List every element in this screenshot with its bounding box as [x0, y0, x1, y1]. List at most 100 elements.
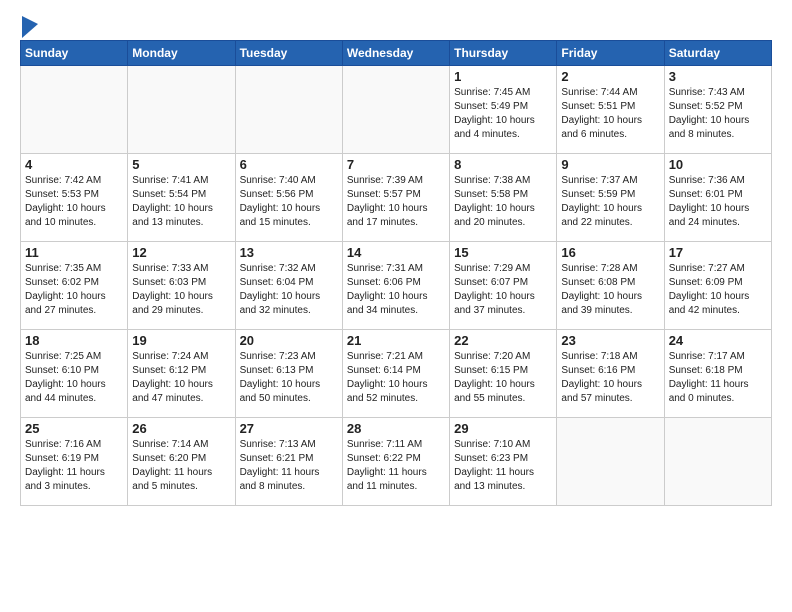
logo	[20, 16, 40, 34]
calendar-cell: 21 Sunrise: 7:21 AM Sunset: 6:14 PM Dayli…	[342, 330, 449, 418]
weekday-header-thursday: Thursday	[450, 41, 557, 66]
day-number: 13	[240, 245, 338, 260]
day-number: 29	[454, 421, 552, 436]
cell-info: Sunrise: 7:33 AM Sunset: 6:03 PM Dayligh…	[132, 262, 230, 318]
weekday-header-monday: Monday	[128, 41, 235, 66]
calendar-cell	[342, 66, 449, 154]
cell-info: Sunrise: 7:45 AM Sunset: 5:49 PM Dayligh…	[454, 86, 552, 142]
cell-info: Sunrise: 7:14 AM Sunset: 6:20 PM Dayligh…	[132, 438, 230, 494]
calendar-cell: 12 Sunrise: 7:33 AM Sunset: 6:03 PM Dayli…	[128, 242, 235, 330]
calendar-cell: 20 Sunrise: 7:23 AM Sunset: 6:13 PM Dayli…	[235, 330, 342, 418]
cell-info: Sunrise: 7:37 AM Sunset: 5:59 PM Dayligh…	[561, 174, 659, 230]
weekday-header-tuesday: Tuesday	[235, 41, 342, 66]
calendar-cell: 6 Sunrise: 7:40 AM Sunset: 5:56 PM Daylig…	[235, 154, 342, 242]
weekday-header-wednesday: Wednesday	[342, 41, 449, 66]
day-number: 2	[561, 69, 659, 84]
weekday-header-sunday: Sunday	[21, 41, 128, 66]
calendar-cell: 29 Sunrise: 7:10 AM Sunset: 6:23 PM Dayli…	[450, 418, 557, 506]
day-number: 11	[25, 245, 123, 260]
calendar-cell: 1 Sunrise: 7:45 AM Sunset: 5:49 PM Daylig…	[450, 66, 557, 154]
day-number: 18	[25, 333, 123, 348]
calendar-cell: 28 Sunrise: 7:11 AM Sunset: 6:22 PM Dayli…	[342, 418, 449, 506]
cell-info: Sunrise: 7:29 AM Sunset: 6:07 PM Dayligh…	[454, 262, 552, 318]
calendar-cell	[21, 66, 128, 154]
calendar-cell: 24 Sunrise: 7:17 AM Sunset: 6:18 PM Dayli…	[664, 330, 771, 418]
day-number: 6	[240, 157, 338, 172]
weekday-header-saturday: Saturday	[664, 41, 771, 66]
cell-info: Sunrise: 7:42 AM Sunset: 5:53 PM Dayligh…	[25, 174, 123, 230]
cell-info: Sunrise: 7:17 AM Sunset: 6:18 PM Dayligh…	[669, 350, 767, 406]
day-number: 4	[25, 157, 123, 172]
cell-info: Sunrise: 7:31 AM Sunset: 6:06 PM Dayligh…	[347, 262, 445, 318]
cell-info: Sunrise: 7:10 AM Sunset: 6:23 PM Dayligh…	[454, 438, 552, 494]
cell-info: Sunrise: 7:38 AM Sunset: 5:58 PM Dayligh…	[454, 174, 552, 230]
day-number: 14	[347, 245, 445, 260]
calendar-cell: 13 Sunrise: 7:32 AM Sunset: 6:04 PM Dayli…	[235, 242, 342, 330]
day-number: 1	[454, 69, 552, 84]
day-number: 26	[132, 421, 230, 436]
cell-info: Sunrise: 7:40 AM Sunset: 5:56 PM Dayligh…	[240, 174, 338, 230]
calendar-cell	[664, 418, 771, 506]
day-number: 27	[240, 421, 338, 436]
calendar-cell: 17Sunrise: 7:27 AM Sunset: 6:09 PM Dayli…	[664, 242, 771, 330]
calendar-cell: 23 Sunrise: 7:18 AM Sunset: 6:16 PM Dayli…	[557, 330, 664, 418]
cell-info: Sunrise: 7:20 AM Sunset: 6:15 PM Dayligh…	[454, 350, 552, 406]
cell-info: Sunrise: 7:36 AM Sunset: 6:01 PM Dayligh…	[669, 174, 767, 230]
day-number: 8	[454, 157, 552, 172]
cell-info: Sunrise: 7:21 AM Sunset: 6:14 PM Dayligh…	[347, 350, 445, 406]
cell-info: Sunrise: 7:44 AM Sunset: 5:51 PM Dayligh…	[561, 86, 659, 142]
weekday-header-friday: Friday	[557, 41, 664, 66]
calendar-cell: 19 Sunrise: 7:24 AM Sunset: 6:12 PM Dayli…	[128, 330, 235, 418]
day-number: 19	[132, 333, 230, 348]
cell-info: Sunrise: 7:35 AM Sunset: 6:02 PM Dayligh…	[25, 262, 123, 318]
calendar-cell: 18 Sunrise: 7:25 AM Sunset: 6:10 PM Dayli…	[21, 330, 128, 418]
calendar-cell: 7 Sunrise: 7:39 AM Sunset: 5:57 PM Daylig…	[342, 154, 449, 242]
day-number: 28	[347, 421, 445, 436]
cell-info: Sunrise: 7:13 AM Sunset: 6:21 PM Dayligh…	[240, 438, 338, 494]
calendar-cell: 9 Sunrise: 7:37 AM Sunset: 5:59 PM Daylig…	[557, 154, 664, 242]
calendar-cell: 5Sunrise: 7:41 AM Sunset: 5:54 PM Daylig…	[128, 154, 235, 242]
cell-info: Sunrise: 7:16 AM Sunset: 6:19 PM Dayligh…	[25, 438, 123, 494]
day-number: 25	[25, 421, 123, 436]
calendar-cell: 25 Sunrise: 7:16 AM Sunset: 6:19 PM Dayli…	[21, 418, 128, 506]
day-number: 7	[347, 157, 445, 172]
cell-info: Sunrise: 7:43 AM Sunset: 5:52 PM Dayligh…	[669, 86, 767, 142]
cell-info: Sunrise: 7:24 AM Sunset: 6:12 PM Dayligh…	[132, 350, 230, 406]
day-number: 12	[132, 245, 230, 260]
calendar-cell: 4 Sunrise: 7:42 AM Sunset: 5:53 PM Daylig…	[21, 154, 128, 242]
day-number: 21	[347, 333, 445, 348]
cell-info: Sunrise: 7:32 AM Sunset: 6:04 PM Dayligh…	[240, 262, 338, 318]
logo-icon	[22, 16, 38, 38]
calendar-cell: 8 Sunrise: 7:38 AM Sunset: 5:58 PM Daylig…	[450, 154, 557, 242]
calendar-cell	[557, 418, 664, 506]
cell-info: Sunrise: 7:27 AM Sunset: 6:09 PM Dayligh…	[669, 262, 767, 318]
calendar-cell	[235, 66, 342, 154]
calendar-cell: 26 Sunrise: 7:14 AM Sunset: 6:20 PM Dayli…	[128, 418, 235, 506]
cell-info: Sunrise: 7:11 AM Sunset: 6:22 PM Dayligh…	[347, 438, 445, 494]
day-number: 15	[454, 245, 552, 260]
cell-info: Sunrise: 7:28 AM Sunset: 6:08 PM Dayligh…	[561, 262, 659, 318]
calendar-cell: 27 Sunrise: 7:13 AM Sunset: 6:21 PM Dayli…	[235, 418, 342, 506]
calendar-cell: 11 Sunrise: 7:35 AM Sunset: 6:02 PM Dayli…	[21, 242, 128, 330]
cell-info: Sunrise: 7:25 AM Sunset: 6:10 PM Dayligh…	[25, 350, 123, 406]
calendar-cell: 16 Sunrise: 7:28 AM Sunset: 6:08 PM Dayli…	[557, 242, 664, 330]
calendar-cell: 10 Sunrise: 7:36 AM Sunset: 6:01 PM Dayli…	[664, 154, 771, 242]
day-number: 24	[669, 333, 767, 348]
cell-info: Sunrise: 7:23 AM Sunset: 6:13 PM Dayligh…	[240, 350, 338, 406]
day-number: 16	[561, 245, 659, 260]
day-number: 3	[669, 69, 767, 84]
cell-info: Sunrise: 7:39 AM Sunset: 5:57 PM Dayligh…	[347, 174, 445, 230]
calendar-cell: 2 Sunrise: 7:44 AM Sunset: 5:51 PM Daylig…	[557, 66, 664, 154]
page-header	[20, 16, 772, 34]
calendar-cell	[128, 66, 235, 154]
day-number: 23	[561, 333, 659, 348]
day-number: 10	[669, 157, 767, 172]
calendar-cell: 15 Sunrise: 7:29 AM Sunset: 6:07 PM Dayli…	[450, 242, 557, 330]
day-number: 22	[454, 333, 552, 348]
day-number: 9	[561, 157, 659, 172]
calendar-table: SundayMondayTuesdayWednesdayThursdayFrid…	[20, 40, 772, 506]
calendar-cell: 3 Sunrise: 7:43 AM Sunset: 5:52 PM Daylig…	[664, 66, 771, 154]
day-number: 20	[240, 333, 338, 348]
cell-info: Sunrise: 7:18 AM Sunset: 6:16 PM Dayligh…	[561, 350, 659, 406]
day-number: 5	[132, 157, 230, 172]
